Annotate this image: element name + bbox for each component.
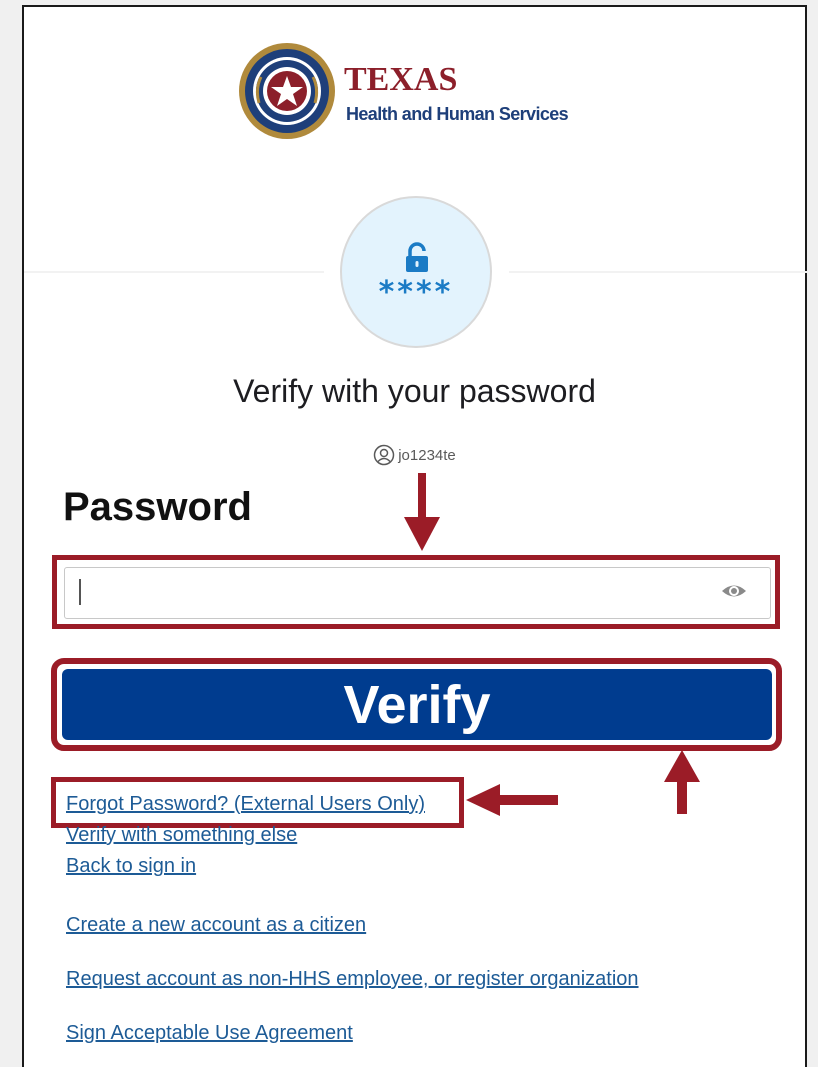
text-caret — [79, 579, 81, 605]
create-account-link[interactable]: Create a new account as a citizen — [66, 913, 366, 937]
authenticator-badge: **** — [340, 196, 492, 348]
password-lock-icon — [406, 242, 428, 272]
request-account-link[interactable]: Request account as non-HHS employee, or … — [66, 967, 639, 991]
user-identifier: jo1234te — [24, 444, 805, 471]
arrow-down-icon — [404, 473, 440, 551]
back-to-sign-in-link[interactable]: Back to sign in — [66, 854, 196, 878]
sign-in-card: TEXAS Health and Human Services **** Ver… — [22, 5, 807, 1067]
divider-left — [24, 271, 324, 273]
username-text: jo1234te — [398, 446, 456, 464]
password-stars: **** — [378, 275, 454, 310]
verify-button[interactable]: Verify — [62, 669, 772, 740]
arrow-left-icon — [466, 784, 558, 816]
eye-icon[interactable] — [720, 581, 748, 601]
forgot-password-link[interactable]: Forgot Password? (External Users Only) — [66, 792, 425, 816]
texas-hhs-seal-icon — [239, 43, 335, 139]
verify-with-something-else-link[interactable]: Verify with something else — [66, 823, 297, 847]
page-title: Verify with your password — [233, 373, 596, 409]
divider-right — [509, 271, 807, 273]
brand-title: TEXAS — [344, 61, 458, 98]
brand-subtitle: Health and Human Services — [346, 104, 569, 124]
user-circle-icon — [373, 444, 395, 466]
password-label: Password — [63, 485, 252, 529]
acceptable-use-link[interactable]: Sign Acceptable Use Agreement — [66, 1021, 353, 1045]
arrow-up-icon — [664, 750, 700, 814]
password-input[interactable] — [64, 567, 771, 619]
